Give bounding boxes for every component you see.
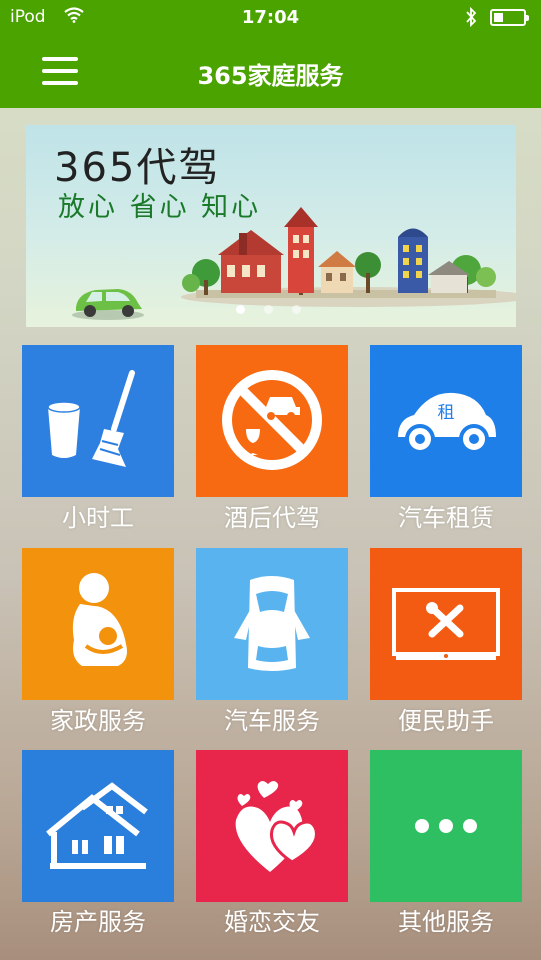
tile-convenience-assistant[interactable] [370, 548, 522, 700]
rental-car-icon: 租 [398, 392, 496, 454]
tile-label: 汽车服务 [224, 707, 320, 735]
mother-baby-icon [72, 573, 127, 666]
carousel-dot[interactable] [292, 305, 301, 314]
tile-label: 酒后代驾 [224, 504, 320, 532]
carousel-dot[interactable] [264, 305, 273, 314]
monitor-tools-icon [392, 588, 500, 660]
tile-housekeeping[interactable] [22, 548, 174, 700]
tile-real-estate[interactable] [22, 750, 174, 902]
tile-dating[interactable] [196, 750, 348, 902]
tile-car-service[interactable] [196, 548, 348, 700]
app-header: iPod 17:04 365家庭服务 [0, 0, 541, 108]
tile-label: 便民助手 [398, 707, 494, 735]
bluetooth-icon [464, 6, 478, 31]
page-title: 365家庭服务 [197, 62, 344, 90]
tile-designated-driver[interactable] [196, 345, 348, 497]
promo-banner[interactable]: 365代驾 放心 省心 知心 [26, 125, 516, 327]
banner-slogan: 放心 省心 知心 [58, 192, 262, 223]
tile-label: 小时工 [62, 504, 134, 532]
tile-other-services[interactable] [370, 750, 522, 902]
status-bar: iPod 17:04 [0, 0, 541, 34]
hearts-icon [235, 781, 318, 872]
tile-label: 家政服务 [50, 707, 146, 735]
tile-label: 其他服务 [398, 908, 494, 936]
tile-label: 婚恋交友 [224, 908, 320, 936]
more-dots-icon [415, 819, 477, 833]
tile-car-rental[interactable]: 租 [370, 345, 522, 497]
houses-icon [46, 782, 148, 869]
tile-label: 房产服务 [50, 908, 146, 936]
tile-label: 汽车租赁 [398, 504, 494, 532]
tile-hourly-worker[interactable] [22, 345, 174, 497]
battery-icon [490, 9, 529, 26]
car-top-view-icon [234, 576, 310, 671]
rental-icon-text: 租 [438, 403, 455, 423]
carousel-dot[interactable] [236, 305, 245, 314]
broom-bucket-icon [47, 370, 135, 467]
no-drunk-driving-icon [222, 370, 322, 470]
clock: 17:04 [241, 7, 300, 28]
